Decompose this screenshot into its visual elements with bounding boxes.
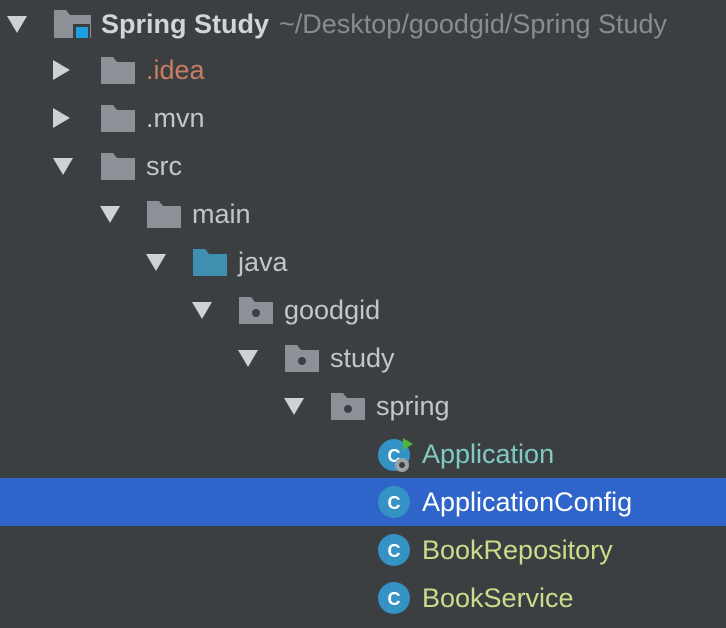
triangle-down-icon[interactable] [100, 206, 120, 223]
folder-label-idea: .idea [146, 55, 205, 85]
tree-row-application-config[interactable]: C ApplicationConfig [0, 478, 726, 526]
folder-label-src: src [146, 151, 182, 181]
svg-text:C: C [388, 493, 401, 513]
folder-label-java: java [238, 247, 288, 277]
tree-row-idea[interactable]: .idea [0, 46, 726, 94]
triangle-down-icon[interactable] [146, 254, 166, 271]
package-icon [284, 342, 319, 374]
project-tree: Spring Study ~/Desktop/goodgid/Spring Stu… [0, 0, 726, 628]
package-label-spring: spring [376, 391, 450, 421]
svg-text:C: C [388, 541, 401, 561]
triangle-down-icon[interactable] [284, 398, 304, 415]
triangle-down-icon[interactable] [53, 158, 73, 175]
triangle-down-icon[interactable] [7, 16, 27, 33]
folder-label-main: main [192, 199, 251, 229]
package-icon [330, 390, 365, 422]
triangle-right-icon[interactable] [53, 108, 70, 128]
class-label-book-service: BookService [422, 583, 574, 613]
class-icon: C [376, 580, 412, 616]
tree-row-mvn[interactable]: .mvn [0, 94, 726, 142]
package-label-goodgid: goodgid [284, 295, 381, 325]
folder-icon [100, 54, 135, 86]
package-icon [238, 294, 273, 326]
tree-row-project-root[interactable]: Spring Study ~/Desktop/goodgid/Spring Stu… [0, 0, 726, 48]
tree-row-src[interactable]: src [0, 142, 726, 190]
triangle-down-icon[interactable] [238, 350, 258, 367]
module-icon [53, 8, 91, 40]
tree-row-application[interactable]: C Application [0, 430, 726, 478]
spring-boot-class-icon: C [376, 436, 416, 474]
class-label-application: Application [422, 439, 555, 469]
project-name-text: Spring Study [101, 9, 269, 39]
package-label-study: study [330, 343, 395, 373]
folder-icon [100, 102, 135, 134]
project-name: Spring Study ~/Desktop/goodgid/Spring Stu… [101, 0, 667, 48]
triangle-right-icon[interactable] [53, 60, 70, 80]
folder-label-mvn: .mvn [146, 103, 205, 133]
folder-icon [100, 150, 135, 182]
source-folder-icon [192, 246, 227, 278]
class-icon: C [376, 532, 412, 568]
triangle-down-icon[interactable] [192, 302, 212, 319]
tree-row-book-service[interactable]: C BookService [0, 574, 726, 622]
tree-row-spring[interactable]: spring [0, 382, 726, 430]
tree-row-study[interactable]: study [0, 334, 726, 382]
folder-icon [146, 198, 181, 230]
tree-row-book-repository[interactable]: C BookRepository [0, 526, 726, 574]
class-icon: C [376, 484, 412, 520]
class-label-book-repository: BookRepository [422, 535, 613, 565]
tree-row-java[interactable]: java [0, 238, 726, 286]
tree-row-goodgid[interactable]: goodgid [0, 286, 726, 334]
tree-row-main[interactable]: main [0, 190, 726, 238]
project-path: ~/Desktop/goodgid/Spring Study [279, 9, 668, 39]
class-label-application-config: ApplicationConfig [422, 487, 633, 517]
svg-text:C: C [388, 589, 401, 609]
